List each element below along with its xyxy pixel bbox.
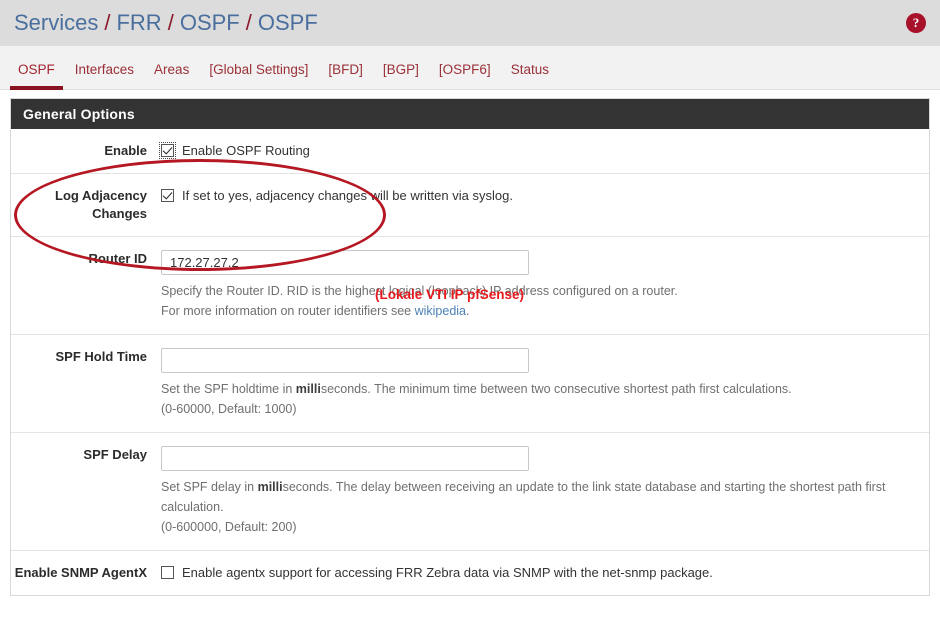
wikipedia-link[interactable]: wikipedia [415, 304, 466, 318]
router-id-help-period: . [466, 304, 470, 318]
control-snmp-agentx: Enable agentx support for accessing FRR … [161, 564, 929, 582]
tab-status[interactable]: Status [501, 46, 559, 90]
row-enable: Enable Enable OSPF Routing [11, 129, 929, 174]
tab-strip: OSPF Interfaces Areas [Global Settings] … [0, 46, 940, 90]
spf-delay-help-line1: Set SPF delay in milliseconds. The delay… [161, 477, 915, 517]
tab-bfd[interactable]: [BFD] [318, 46, 373, 90]
router-id-input[interactable] [161, 250, 529, 275]
control-spf-delay: Set SPF delay in milliseconds. The delay… [161, 446, 929, 537]
breadcrumb-separator: / [245, 10, 252, 35]
row-snmp-agentx: Enable SNMP AgentX Enable agentx support… [11, 551, 929, 595]
snmp-agentx-label: Enable agentx support for accessing FRR … [182, 565, 713, 580]
panel-title: General Options [11, 99, 929, 129]
spf-hold-time-help-bold: milli [295, 382, 321, 396]
breadcrumb-separator: / [104, 10, 111, 35]
label-spf-delay: SPF Delay [83, 447, 147, 462]
breadcrumb-item-ospf[interactable]: OSPF [180, 10, 240, 36]
snmp-agentx-checkbox[interactable] [161, 566, 174, 579]
label-snmp-agentx: Enable SNMP AgentX [14, 565, 147, 580]
spf-hold-time-help: Set the SPF holdtime in milliseconds. Th… [161, 379, 915, 419]
breadcrumb-bar: Services / FRR / OSPF / OSPF ? [0, 0, 940, 46]
spf-hold-time-input[interactable] [161, 348, 529, 373]
router-id-help: Specify the Router ID. RID is the highes… [161, 281, 915, 321]
label-spf-hold-time: SPF Hold Time [55, 349, 148, 364]
spf-delay-range: (0-600000, Default: 200) [161, 520, 297, 534]
log-adjacency-changes-checkbox[interactable] [161, 189, 174, 202]
row-spf-hold-time: SPF Hold Time Set the SPF holdtime in mi… [11, 335, 929, 433]
row-router-id: Router ID Specify the Router ID. RID is … [11, 237, 929, 335]
router-id-help-line1: Specify the Router ID. RID is the highes… [161, 284, 678, 298]
spf-delay-help: Set SPF delay in milliseconds. The delay… [161, 477, 915, 537]
control-log-adjacency-changes: If set to yes, adjacency changes will be… [161, 187, 929, 223]
general-options-panel: General Options Enable Enable OSPF Routi… [10, 98, 930, 596]
spf-delay-help-a: Set SPF delay in [161, 480, 258, 494]
log-adjacency-changes-label: If set to yes, adjacency changes will be… [182, 188, 513, 203]
spf-delay-input[interactable] [161, 446, 529, 471]
control-spf-hold-time: Set the SPF holdtime in milliseconds. Th… [161, 348, 929, 419]
tab-areas[interactable]: Areas [144, 46, 199, 90]
tab-ospf6[interactable]: [OSPF6] [429, 46, 501, 90]
label-log-adjacency-changes: Log Adjacency Changes [55, 188, 147, 221]
label-router-id: Router ID [88, 251, 148, 266]
enable-ospf-routing-label: Enable OSPF Routing [182, 143, 310, 158]
row-log-adjacency-changes: Log Adjacency Changes If set to yes, adj… [11, 174, 929, 237]
breadcrumb-item-services[interactable]: Services [14, 10, 98, 36]
tab-bgp[interactable]: [BGP] [373, 46, 429, 90]
spf-hold-time-help-line1: Set the SPF holdtime in milliseconds. Th… [161, 379, 915, 399]
spf-hold-time-range: (0-60000, Default: 1000) [161, 402, 297, 416]
control-router-id: Specify the Router ID. RID is the highes… [161, 250, 929, 321]
enable-ospf-routing-checkbox[interactable] [159, 142, 176, 159]
breadcrumb-item-frr[interactable]: FRR [116, 10, 161, 36]
row-spf-delay: SPF Delay Set SPF delay in milliseconds.… [11, 433, 929, 551]
tab-ospf[interactable]: OSPF [8, 46, 65, 90]
breadcrumb-separator: / [167, 10, 174, 35]
spf-hold-time-help-b: seconds. The minimum time between two co… [320, 382, 792, 396]
label-enable: Enable [104, 143, 147, 158]
spf-delay-help-bold: milli [257, 480, 283, 494]
control-enable: Enable OSPF Routing [159, 142, 929, 160]
router-id-help-line2-text: For more information on router identifie… [161, 304, 415, 318]
tab-global-settings[interactable]: [Global Settings] [199, 46, 318, 90]
tab-interfaces[interactable]: Interfaces [65, 46, 144, 90]
router-id-help-line2: For more information on router identifie… [161, 301, 915, 321]
spf-hold-time-help-a: Set the SPF holdtime in [161, 382, 296, 396]
help-icon[interactable]: ? [906, 13, 926, 33]
breadcrumb-item-ospf-current[interactable]: OSPF [258, 10, 318, 36]
breadcrumb: Services / FRR / OSPF / OSPF [14, 10, 318, 36]
